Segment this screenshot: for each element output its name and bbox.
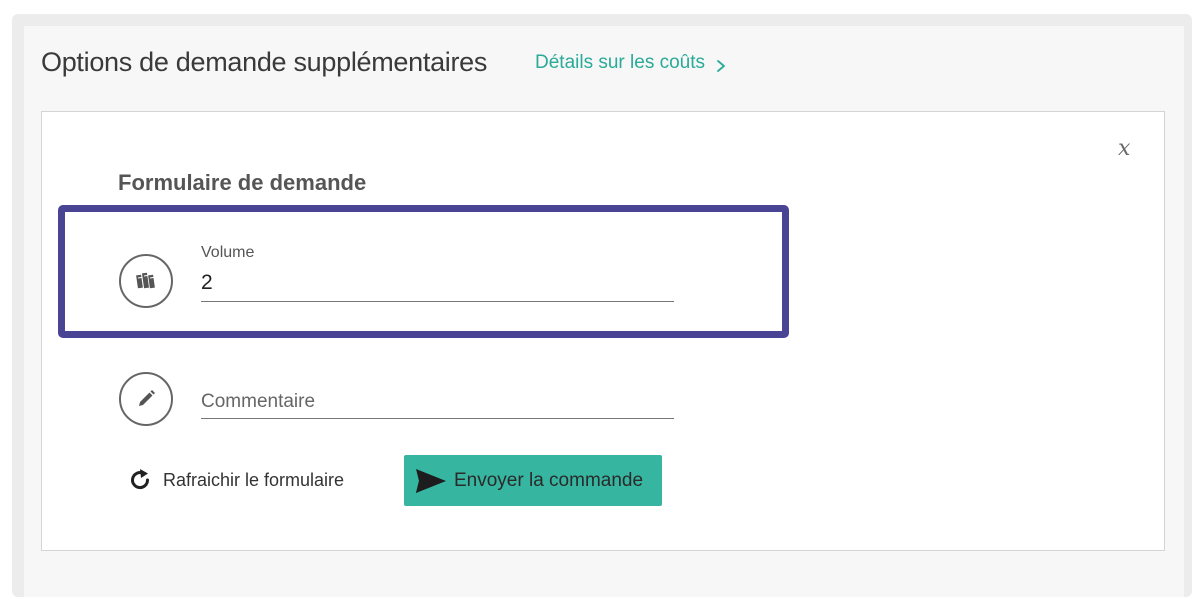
chevron-right-icon	[714, 56, 728, 72]
cost-details-link-label: Détails sur les coûts	[535, 52, 706, 73]
refresh-form-label: Rafraichir le formulaire	[163, 470, 345, 490]
refresh-icon	[127, 467, 153, 493]
close-icon[interactable]: x	[1118, 136, 1130, 162]
cost-details-link[interactable]: Détails sur les coûts	[535, 51, 728, 75]
comment-input[interactable]	[201, 390, 674, 419]
refresh-form-button[interactable]: Rafraichir le formulaire	[127, 466, 344, 494]
page-title: Options de demande supplémentaires	[41, 47, 488, 77]
send-icon	[414, 467, 448, 495]
submit-order-button[interactable]: Envoyer la commande	[404, 455, 662, 506]
volume-input[interactable]	[201, 268, 674, 302]
books-icon	[119, 254, 173, 308]
form-title: Formulaire de demande	[118, 170, 367, 195]
volume-label: Volume	[201, 244, 255, 261]
pencil-icon	[119, 372, 173, 426]
submit-order-label: Envoyer la commande	[454, 469, 644, 491]
